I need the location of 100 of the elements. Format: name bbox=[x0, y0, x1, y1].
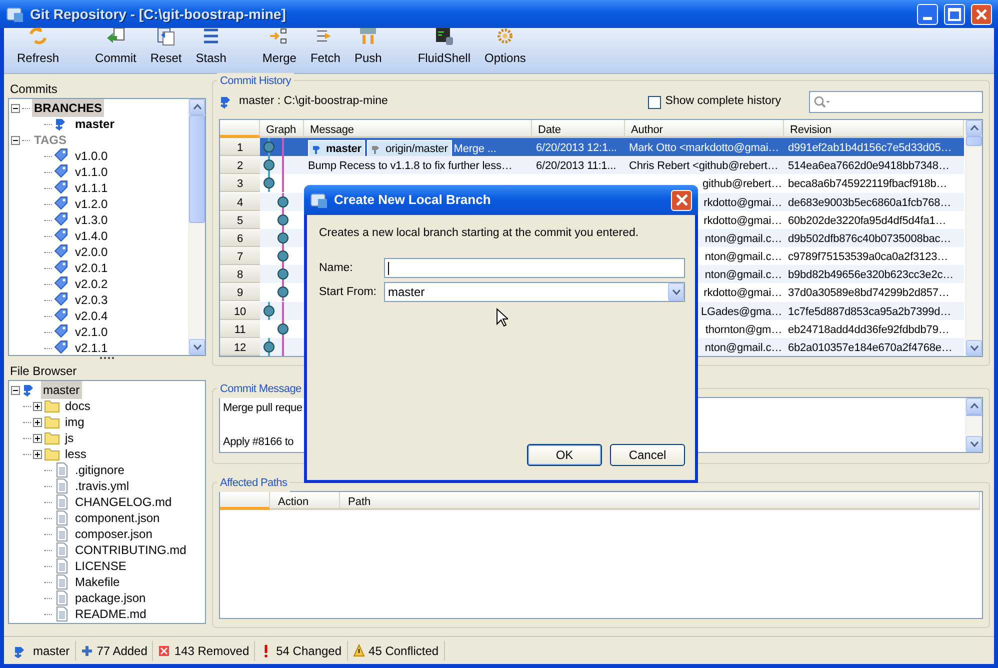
scroll-up-icon bbox=[970, 125, 978, 131]
collapse-icon[interactable] bbox=[11, 386, 20, 394]
tree-item[interactable]: README.md bbox=[73, 605, 148, 623]
tree-item[interactable]: v2.0.1 bbox=[73, 259, 110, 277]
dialog-button[interactable]: Cancel bbox=[610, 444, 685, 466]
collapse-icon[interactable] bbox=[11, 136, 20, 144]
tree-item[interactable]: v2.1.0 bbox=[73, 323, 110, 341]
tree-item[interactable]: CHANGELOG.md bbox=[73, 493, 174, 511]
table-cell: 6/20/2013 11:1... bbox=[532, 156, 625, 174]
toolbar-button[interactable]: Options bbox=[478, 30, 533, 71]
search-icon bbox=[813, 95, 831, 109]
toolbar-button[interactable]: Reset bbox=[143, 30, 189, 71]
tree-item[interactable]: TAGS bbox=[32, 131, 68, 149]
search-field[interactable] bbox=[809, 91, 983, 113]
toolbar-button[interactable]: FluidShell bbox=[410, 30, 478, 71]
checkbox-label[interactable]: Show complete history bbox=[665, 93, 781, 111]
chevron-down-icon bbox=[672, 289, 680, 296]
tag-icon bbox=[54, 180, 70, 196]
toolbar-button[interactable]: Push bbox=[347, 30, 389, 71]
file-icon bbox=[54, 510, 70, 526]
tree-item[interactable]: v1.0.0 bbox=[73, 147, 110, 165]
tree-item[interactable]: v1.4.0 bbox=[73, 227, 110, 245]
scrollbar-thumb[interactable] bbox=[966, 136, 982, 146]
table-cell: github@rebert… bbox=[702, 178, 782, 190]
tree-item[interactable]: v2.0.3 bbox=[73, 291, 110, 309]
column-header[interactable]: Author bbox=[625, 120, 784, 138]
scroll-down-icon bbox=[192, 344, 202, 350]
column-header[interactable]: Message bbox=[304, 120, 532, 138]
splitter-grip[interactable] bbox=[99, 356, 115, 360]
toolbar-button[interactable]: Fetch bbox=[303, 30, 348, 71]
column-header[interactable]: Path bbox=[340, 492, 980, 510]
dialog-button[interactable]: OK bbox=[527, 444, 602, 466]
toolbar-button[interactable]: Merge bbox=[255, 30, 304, 71]
close-button[interactable] bbox=[971, 4, 992, 24]
scroll-up-icon bbox=[970, 403, 978, 409]
tree-item[interactable]: v2.0.2 bbox=[73, 275, 110, 293]
tree-item[interactable]: v1.1.1 bbox=[73, 179, 110, 197]
tree-item[interactable]: v1.2.0 bbox=[73, 195, 110, 213]
scrollbar[interactable] bbox=[965, 120, 982, 356]
table-cell: Chris Rebert <github@rebert… bbox=[629, 160, 778, 172]
expand-icon[interactable] bbox=[33, 418, 42, 426]
tree-item[interactable]: Makefile bbox=[73, 573, 122, 591]
tree-item[interactable]: .travis.yml bbox=[73, 477, 131, 495]
tree-item[interactable]: less bbox=[63, 445, 88, 463]
tree-item[interactable]: component.json bbox=[73, 509, 162, 527]
warning-icon bbox=[352, 644, 365, 658]
reset-icon bbox=[156, 26, 176, 46]
table-cell: rkdotto@gmai… bbox=[704, 214, 782, 227]
tree-item[interactable]: v1.3.0 bbox=[73, 211, 110, 229]
tree-item[interactable]: LICENSE bbox=[73, 557, 128, 575]
toolbar-button[interactable]: Stash bbox=[188, 30, 234, 71]
field-label: Start From: bbox=[319, 284, 378, 300]
tag-icon bbox=[54, 244, 70, 260]
dropdown[interactable]: master bbox=[384, 282, 685, 302]
scrollbar[interactable] bbox=[188, 99, 205, 355]
tag-icon bbox=[54, 276, 70, 292]
tree-item[interactable]: v2.0.0 bbox=[73, 243, 110, 261]
row-header-corner bbox=[220, 120, 260, 138]
row-number: 1 bbox=[220, 138, 260, 156]
tree-item[interactable]: composer.json bbox=[73, 525, 154, 543]
tag-icon bbox=[54, 260, 70, 276]
toolbar-button[interactable]: Refresh bbox=[10, 30, 66, 71]
tree-item[interactable]: master bbox=[73, 115, 116, 133]
collapse-icon[interactable] bbox=[11, 104, 20, 112]
tree-item[interactable]: js bbox=[63, 429, 76, 447]
tree-item[interactable]: docs bbox=[63, 397, 92, 415]
table-cell: d991ef2ab1b4d156c7e5d33d05… bbox=[784, 138, 964, 156]
dialog-title: Create New Local Branch bbox=[334, 191, 492, 210]
tree-item[interactable]: v2.1.1 bbox=[73, 339, 110, 355]
close-button[interactable] bbox=[671, 190, 692, 210]
file-icon bbox=[54, 526, 70, 542]
tree-item[interactable]: .gitignore bbox=[73, 461, 126, 479]
column-header[interactable]: Action bbox=[270, 492, 340, 510]
expand-icon[interactable] bbox=[33, 434, 42, 442]
tree-item[interactable]: img bbox=[63, 413, 86, 431]
scrollbar-thumb[interactable] bbox=[189, 115, 205, 223]
table-cell: de683e9003b5ec6860a1fcb768… bbox=[784, 192, 964, 211]
expand-icon[interactable] bbox=[33, 402, 42, 410]
scrollbar[interactable] bbox=[965, 398, 982, 452]
tree-item[interactable]: v2.0.4 bbox=[73, 307, 110, 325]
column-header[interactable]: Revision bbox=[784, 120, 964, 138]
file-icon bbox=[54, 542, 70, 558]
tree-item[interactable]: package.json bbox=[73, 589, 148, 607]
tree-item[interactable]: master bbox=[41, 381, 82, 399]
column-header[interactable]: Graph bbox=[260, 120, 304, 138]
input-field[interactable] bbox=[384, 258, 685, 278]
toolbar-button[interactable]: Commit bbox=[88, 30, 144, 71]
table-cell: nton@gmail.c… bbox=[704, 342, 782, 354]
file-icon bbox=[54, 478, 70, 494]
file-icon bbox=[54, 574, 70, 590]
tree-item[interactable]: BRANCHES bbox=[32, 99, 104, 117]
maximize-button[interactable] bbox=[944, 4, 965, 24]
tree-item[interactable]: v1.1.0 bbox=[73, 163, 110, 181]
minimize-button[interactable] bbox=[917, 4, 938, 24]
column-header[interactable]: Date bbox=[532, 120, 625, 138]
app-icon bbox=[310, 191, 328, 209]
tag-icon bbox=[54, 164, 70, 180]
checkbox[interactable] bbox=[648, 96, 662, 108]
expand-icon[interactable] bbox=[33, 450, 42, 458]
tree-item[interactable]: CONTRIBUTING.md bbox=[73, 541, 188, 559]
